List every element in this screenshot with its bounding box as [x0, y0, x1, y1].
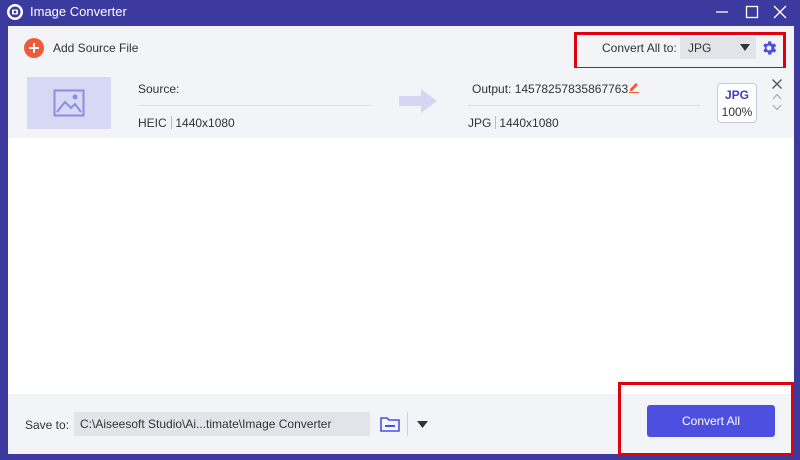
save-to-label: Save to: — [25, 418, 70, 432]
output-filename: Output: 14578257835867763 — [472, 82, 629, 96]
source-resolution: 1440x1080 — [172, 116, 235, 130]
output-resolution-value: 1440x1080 — [499, 116, 559, 130]
close-window-icon[interactable] — [769, 2, 791, 22]
file-list-item: Source: HEIC 1440x1080 Output: 145782578… — [8, 68, 794, 138]
badge-format: JPG — [724, 88, 749, 102]
add-source-file-label: Add Source File — [53, 41, 139, 55]
save-path-dropdown[interactable] — [407, 412, 436, 436]
gear-icon[interactable] — [760, 39, 778, 57]
file-thumbnail — [27, 77, 111, 129]
convert-all-format-value: JPG — [688, 41, 712, 55]
save-path-field[interactable]: C:\Aiseesoft Studio\Ai...timate\Image Co… — [74, 412, 428, 436]
output-divider — [468, 105, 700, 106]
dropdown-arrow-icon — [417, 421, 428, 428]
add-source-file-button[interactable]: Add Source File — [24, 37, 138, 59]
footer-bar: Save to: C:\Aiseesoft Studio\Ai...timate… — [8, 382, 794, 456]
main-panel: Add Source File Convert All to: JPG Sour… — [8, 26, 794, 456]
title-bar: Image Converter — [0, 0, 800, 24]
minimize-icon[interactable] — [711, 2, 733, 22]
source-format: HEIC — [138, 116, 167, 130]
dropdown-arrow-icon — [740, 44, 750, 51]
plus-circle-icon — [24, 38, 44, 58]
toolbar: Add Source File Convert All to: JPG — [8, 26, 794, 70]
source-resolution-value: 1440x1080 — [175, 116, 235, 130]
save-path-value: C:\Aiseesoft Studio\Ai...timate\Image Co… — [80, 417, 332, 431]
source-label: Source: — [138, 82, 180, 96]
maximize-icon[interactable] — [741, 2, 763, 22]
window-title: Image Converter — [30, 4, 127, 19]
arrow-right-icon — [399, 89, 437, 113]
app-logo-icon — [7, 4, 23, 20]
chevron-up-icon[interactable] — [772, 93, 782, 100]
folder-icon[interactable] — [380, 416, 400, 432]
chevron-down-icon[interactable] — [772, 104, 782, 111]
output-format: JPG — [468, 116, 492, 130]
source-divider — [138, 105, 370, 106]
output-format-badge[interactable]: JPG 100% — [717, 83, 757, 123]
pencil-icon[interactable] — [628, 81, 640, 93]
convert-all-to-label: Convert All to: — [602, 41, 677, 55]
remove-file-icon[interactable] — [772, 79, 782, 89]
convert-all-format-select[interactable]: JPG — [680, 37, 756, 59]
badge-quality: 100% — [721, 105, 753, 119]
convert-all-button[interactable]: Convert All — [647, 405, 775, 437]
output-resolution: 1440x1080 — [496, 116, 559, 130]
image-placeholder-icon — [53, 89, 85, 117]
